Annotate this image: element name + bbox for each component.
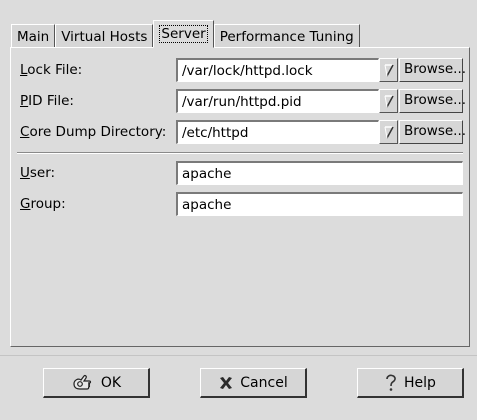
group-row: Group: apache xyxy=(11,192,469,218)
group-label: Group: xyxy=(20,196,66,212)
help-button-label: Help xyxy=(404,374,436,391)
cancel-button-label: Cancel xyxy=(240,374,288,391)
pid-file-input[interactable]: /var/run/httpd.pid xyxy=(176,89,379,113)
pid-file-dropdown-button[interactable] xyxy=(379,89,398,113)
pid-file-label: PID File: xyxy=(20,93,74,109)
lock-file-browse-button[interactable]: Browse... xyxy=(399,58,466,82)
group-input[interactable]: apache xyxy=(176,192,463,216)
tab-performance-tuning[interactable]: Performance Tuning xyxy=(213,24,360,48)
user-label: User: xyxy=(20,165,56,181)
lock-file-dropdown-button[interactable] xyxy=(379,58,398,82)
ok-button[interactable]: OK xyxy=(43,368,150,398)
core-dump-browse-button[interactable]: Browse... xyxy=(399,120,466,144)
core-dump-input[interactable]: /etc/httpd xyxy=(176,120,379,144)
tab-main[interactable]: Main xyxy=(11,24,56,48)
tab-bar: Main Virtual Hosts Server Performance Tu… xyxy=(11,20,360,48)
cross-icon xyxy=(218,375,234,391)
lock-file-input[interactable]: /var/lock/httpd.lock xyxy=(176,58,379,82)
dropdown-arrow-icon xyxy=(384,64,394,77)
lock-file-label: Lock File: xyxy=(20,62,83,78)
cancel-button[interactable]: Cancel xyxy=(200,368,307,398)
core-dump-dropdown-button[interactable] xyxy=(379,120,398,144)
core-dump-label: Core Dump Directory: xyxy=(20,124,167,140)
ok-button-label: OK xyxy=(100,374,122,391)
ok-hand-icon xyxy=(71,374,95,392)
tab-virtual-hosts[interactable]: Virtual Hosts xyxy=(55,24,154,48)
pid-file-row: PID File: /var/run/httpd.pid Browse... xyxy=(11,89,469,115)
tab-server[interactable]: Server xyxy=(153,20,214,48)
lock-file-row: Lock File: /var/lock/httpd.lock Browse..… xyxy=(11,58,469,84)
user-input[interactable]: apache xyxy=(176,161,463,185)
core-dump-row: Core Dump Directory: /etc/httpd Browse..… xyxy=(11,120,469,146)
pid-file-browse-button[interactable]: Browse... xyxy=(399,89,466,113)
server-tab-panel: Lock File: /var/lock/httpd.lock Browse..… xyxy=(10,47,470,347)
dropdown-arrow-icon xyxy=(384,95,394,108)
help-button[interactable]: Help xyxy=(357,368,464,398)
question-icon xyxy=(384,374,398,392)
tab-server-label: Server xyxy=(159,25,208,43)
button-area-divider xyxy=(0,355,477,356)
separator xyxy=(17,152,463,154)
user-row: User: apache xyxy=(11,161,469,187)
dropdown-arrow-icon xyxy=(384,126,394,139)
